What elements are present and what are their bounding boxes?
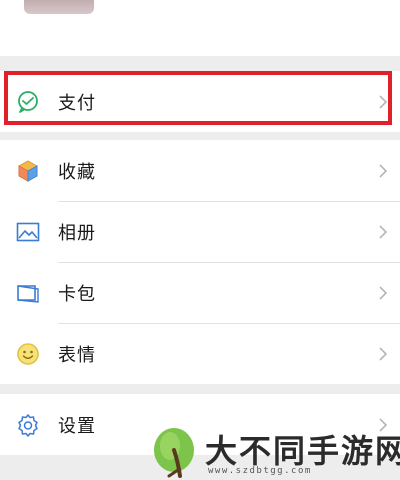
menu-item-label: 卡包: [58, 283, 96, 305]
profile-card[interactable]: [0, 0, 400, 56]
settings-gear-icon: [15, 412, 41, 438]
menu-item-card-wallet[interactable]: 卡包: [0, 262, 400, 323]
watermark-url: www.szdbtgg.com: [208, 466, 312, 476]
menu-item-album[interactable]: 相册: [0, 201, 400, 262]
menu-group-pay: 支付: [0, 71, 400, 132]
menu-item-label: 表情: [58, 344, 96, 366]
chevron-right-icon: [379, 285, 388, 300]
menu-item-label: 支付: [58, 92, 96, 114]
chevron-right-icon: [379, 163, 388, 178]
chevron-right-icon: [379, 224, 388, 239]
menu-item-favorites[interactable]: 收藏: [0, 140, 400, 201]
wechat-pay-icon: [15, 89, 41, 115]
chevron-right-icon: [379, 94, 388, 109]
avatar[interactable]: [24, 0, 94, 14]
menu-group-main: 收藏 相册 卡包 表情: [0, 140, 400, 384]
menu-item-pay[interactable]: 支付: [0, 71, 400, 132]
album-image-icon: [15, 219, 41, 245]
menu-item-label: 相册: [58, 222, 96, 244]
chevron-right-icon: [379, 346, 388, 361]
menu-item-emoji[interactable]: 表情: [0, 323, 400, 384]
site-watermark: 大不同手游网 www.szdbtgg.com: [150, 424, 400, 480]
emoji-smile-icon: [15, 341, 41, 367]
leaf-logo-icon: [154, 428, 194, 478]
menu-item-label: 设置: [58, 415, 96, 437]
favorites-cube-icon: [15, 158, 41, 184]
menu-item-label: 收藏: [58, 161, 96, 183]
card-wallet-icon: [15, 280, 41, 306]
